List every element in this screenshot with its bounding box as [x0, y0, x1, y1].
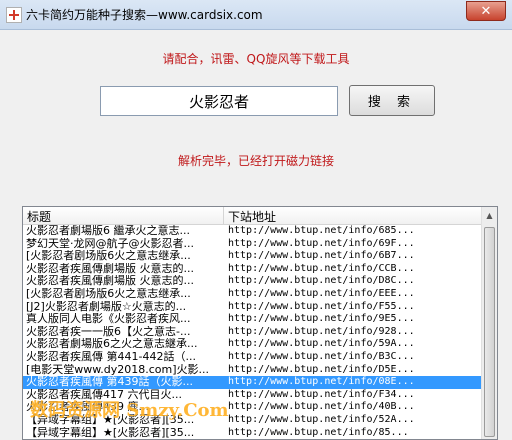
table-row[interactable]: [电影天堂www.dy2018.com]火影... http://www.btup…	[23, 364, 482, 377]
row-url: http://www.btup.net/info/6B7...	[228, 250, 415, 262]
row-url: http://www.btup.net/info/B3C...	[228, 350, 415, 362]
column-header-url[interactable]: 下站地址	[228, 208, 276, 225]
table-row[interactable]: 火影忍者疾風傳劇場版 火意志的... http://www.btup.net/in…	[23, 275, 482, 288]
table-row[interactable]: 火影忍者疾風傳劇場版 火意志的... http://www.btup.net/in…	[23, 263, 482, 276]
table-row[interactable]: [火影忍者剧场版6火之意志继承... http://www.btup.net/in…	[23, 250, 482, 263]
row-url: http://www.btup.net/info/D5E...	[228, 363, 415, 375]
table-row[interactable]: 火影忍者劇場版6 繼承火之意志... http://www.btup.net/in…	[23, 225, 482, 238]
status-message: 解析完毕，已经打开磁力链接	[177, 154, 334, 168]
download-tool-notice: 请配合，讯雷、QQ旋风等下载工具	[162, 52, 350, 66]
row-title: 火影忍者劇場版6之火之意志継承...	[26, 338, 198, 351]
row-title: 真人版同人电影《火影忍者疾风...	[26, 313, 191, 326]
watermark: 数码资源网 Smzy.Com	[30, 400, 229, 421]
row-url: http://www.btup.net/info/59A...	[228, 338, 415, 350]
row-title: 火影忍者疾風傳劇場版 火意志的...	[26, 262, 194, 275]
row-url: http://www.btup.net/info/69F...	[228, 237, 415, 249]
row-url: http://www.btup.net/info/928...	[228, 325, 415, 337]
row-url: http://www.btup.net/info/08E...	[228, 376, 415, 388]
row-url: http://www.btup.net/info/52A...	[228, 413, 415, 425]
table-row[interactable]: 真人版同人电影《火影忍者疾风... http://www.btup.net/inf…	[23, 313, 482, 326]
row-url: http://www.btup.net/info/9E5...	[228, 313, 415, 325]
table-row[interactable]: 火影忍者劇場版6之火之意志継承... http://www.btup.net/in…	[23, 338, 482, 351]
window-title: 六卡简约万能种子搜索—www.cardsix.com	[26, 8, 263, 22]
row-title: 火影忍者劇場版6 繼承火之意志...	[26, 225, 190, 237]
row-title: 火影忍者疾風傳 第439話（火影...	[26, 376, 193, 389]
row-title: 【异域字幕组】★[火影忍者][35...	[26, 426, 195, 439]
vertical-scrollbar[interactable]: ▲	[481, 207, 497, 439]
row-title: 梦幻天堂·龙网@航子@火影忍者...	[26, 237, 194, 250]
row-title: 火影忍者疾風傳 第441-442話（...	[26, 350, 196, 363]
row-url: http://www.btup.net/info/685...	[228, 225, 415, 236]
column-header-title[interactable]: 标题	[27, 208, 51, 225]
table-row[interactable]: 火影忍者疾風傳 第439話（火影... http://www.btup.net/i…	[23, 376, 482, 389]
row-url: http://www.btup.net/info/CCB...	[228, 262, 415, 274]
table-row[interactable]: [J2]火影忍者劇場版☆火意志的... http://www.btup.net/i…	[23, 301, 482, 314]
row-title: [火影忍者剧场版6火之意志继承...	[26, 250, 191, 263]
row-title: [电影天堂www.dy2018.com]火影...	[26, 363, 210, 376]
list-header: 标题 下站地址	[23, 207, 482, 225]
row-title: [J2]火影忍者劇場版☆火意志的...	[26, 300, 187, 313]
row-title: [火影忍者剧场版6火之意志继承...	[26, 287, 191, 300]
table-row[interactable]: 火影忍者疾一一版6【火之意志-... http://www.btup.net/in…	[23, 326, 482, 339]
app-icon	[6, 7, 22, 23]
row-title: 火影忍者疾風傳劇場版 火意志的...	[26, 275, 194, 288]
table-row[interactable]: 【异域字幕组】★[火影忍者][35... http://www.btup.net/…	[23, 427, 482, 440]
scroll-up-arrow-icon[interactable]: ▲	[482, 207, 497, 224]
row-url: http://www.btup.net/info/F55...	[228, 300, 415, 312]
row-url: http://www.btup.net/info/EEE...	[228, 287, 415, 299]
title-bar: 六卡简约万能种子搜索—www.cardsix.com ✕	[0, 0, 512, 30]
table-row[interactable]: 梦幻天堂·龙网@航子@火影忍者... http://www.btup.net/in…	[23, 238, 482, 251]
close-button[interactable]: ✕	[466, 1, 506, 21]
scrollbar-thumb[interactable]	[484, 227, 495, 437]
row-url: http://www.btup.net/info/F34...	[228, 388, 415, 400]
row-url: http://www.btup.net/info/40B...	[228, 401, 415, 413]
table-row[interactable]: 火影忍者疾風傳 第441-442話（... http://www.btup.net…	[23, 351, 482, 364]
row-title: 火影忍者疾一一版6【火之意志-...	[26, 325, 191, 338]
search-input[interactable]	[100, 86, 338, 116]
row-url: http://www.btup.net/info/85...	[228, 426, 409, 438]
search-button[interactable]: 搜 索	[349, 85, 435, 116]
table-row[interactable]: [火影忍者剧场版6火之意志继承... http://www.btup.net/in…	[23, 288, 482, 301]
row-url: http://www.btup.net/info/D8C...	[228, 275, 415, 287]
